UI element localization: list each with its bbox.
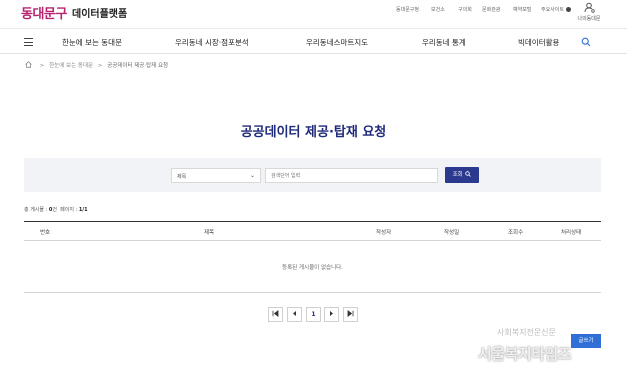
globe-icon [566,7,572,12]
top-bar: 동대문구 데이터플랫폼 동대문구청 보건소 구의회 문화관광 예약포털 주요사이… [0,0,627,28]
main-nav: 한눈에 보는 동대문 우리동네 시장·점포분석 우리동네스마트지도 우리동네 통… [0,28,627,54]
page-indicator: 1/1 [78,207,88,213]
search-button[interactable]: 조회 [445,167,479,183]
column-header: 작성일 [444,230,460,236]
prev-page-icon [293,311,296,316]
breadcrumb-item[interactable]: 한눈에 보는 동대문 [49,63,93,69]
mypage-link[interactable]: 나의동대문 [574,2,604,22]
column-header: 제목 [204,230,215,236]
breadcrumb-separator: > [39,63,45,69]
util-link-culture[interactable]: 문화관광 [482,6,500,13]
board-table: 번호 제목 작성자 작성일 조회수 처리상태 등록된 게시물이 없습니다. [24,221,601,293]
watermark-subtitle: 사회복지전문신문 [497,328,556,337]
util-link-district-office[interactable]: 동대문구청 [396,6,419,13]
column-header: 작성자 [376,230,392,236]
next-page-button[interactable] [324,307,339,322]
total-unit: 건 [52,207,57,213]
prev-page-button[interactable] [287,307,302,322]
breadcrumb: > 한눈에 보는 동대문 > 공공데이터 제공·탑재 요청 [25,61,168,69]
mypage-label: 나의동대문 [577,16,601,22]
nav-item-bigdata[interactable]: 빅데이터활용 [518,37,559,48]
platform-title[interactable]: 데이터플랫폼 [72,5,127,20]
breadcrumb-separator: > [97,63,103,69]
chevron-down-icon: ⌄ [249,172,255,179]
menu-icon[interactable] [24,38,33,46]
column-header: 번호 [40,230,51,236]
search-icon[interactable] [581,37,591,47]
util-link-reservation[interactable]: 예약포털 [513,6,531,13]
home-icon[interactable] [25,61,32,68]
table-header: 번호 제목 작성자 작성일 조회수 처리상태 [24,221,601,241]
empty-row: 등록된 게시물이 없습니다. [24,241,601,293]
last-page-icon [347,309,354,318]
major-sites-link[interactable]: 주요사이트 [541,6,572,13]
dongdaemun-logo[interactable]: 동대문구 [21,3,67,22]
nav-item-statistics[interactable]: 우리동네 통계 [422,37,466,48]
column-header: 처리상태 [561,230,582,236]
search-button-label: 조회 [452,172,463,178]
page-title: 공공데이터 제공·탑재 요청 [240,125,387,140]
empty-message: 등록된 게시물이 없습니다. [282,265,343,271]
search-panel: 제목 ⌄ 조회 [24,158,601,192]
page-number-current[interactable]: 1 [306,307,321,322]
util-link-health-center[interactable]: 보건소 [431,6,445,13]
last-page-button[interactable] [343,307,358,322]
util-link-council[interactable]: 구의회 [458,6,472,13]
next-page-icon [330,311,333,316]
first-page-button[interactable] [268,307,283,322]
total-label: 총 게시물 : [24,207,49,213]
search-icon [465,171,472,177]
major-sites-label: 주요사이트 [541,7,565,13]
user-icon [584,2,595,13]
result-summary: 총 게시물 : 0건 페이지 : 1/1 [24,206,88,213]
keyword-input[interactable] [265,168,438,183]
nav-item-smart-map[interactable]: 우리동네스마트지도 [306,37,368,48]
first-page-icon [272,309,279,318]
breadcrumb-current: 공공데이터 제공·탑재 요청 [107,63,169,69]
page-label: 페이지 : [60,207,79,213]
write-button[interactable]: 글쓰기 [571,334,601,348]
nav-item-market-analysis[interactable]: 우리동네 시장·점포분석 [175,37,249,48]
watermark-title: 서울복지타임즈 [478,345,572,363]
nav-item-overview[interactable]: 한눈에 보는 동대문 [62,37,122,48]
search-field-select[interactable]: 제목 ⌄ [171,168,261,183]
search-field-value: 제목 [177,174,187,180]
column-header: 조회수 [508,230,524,236]
